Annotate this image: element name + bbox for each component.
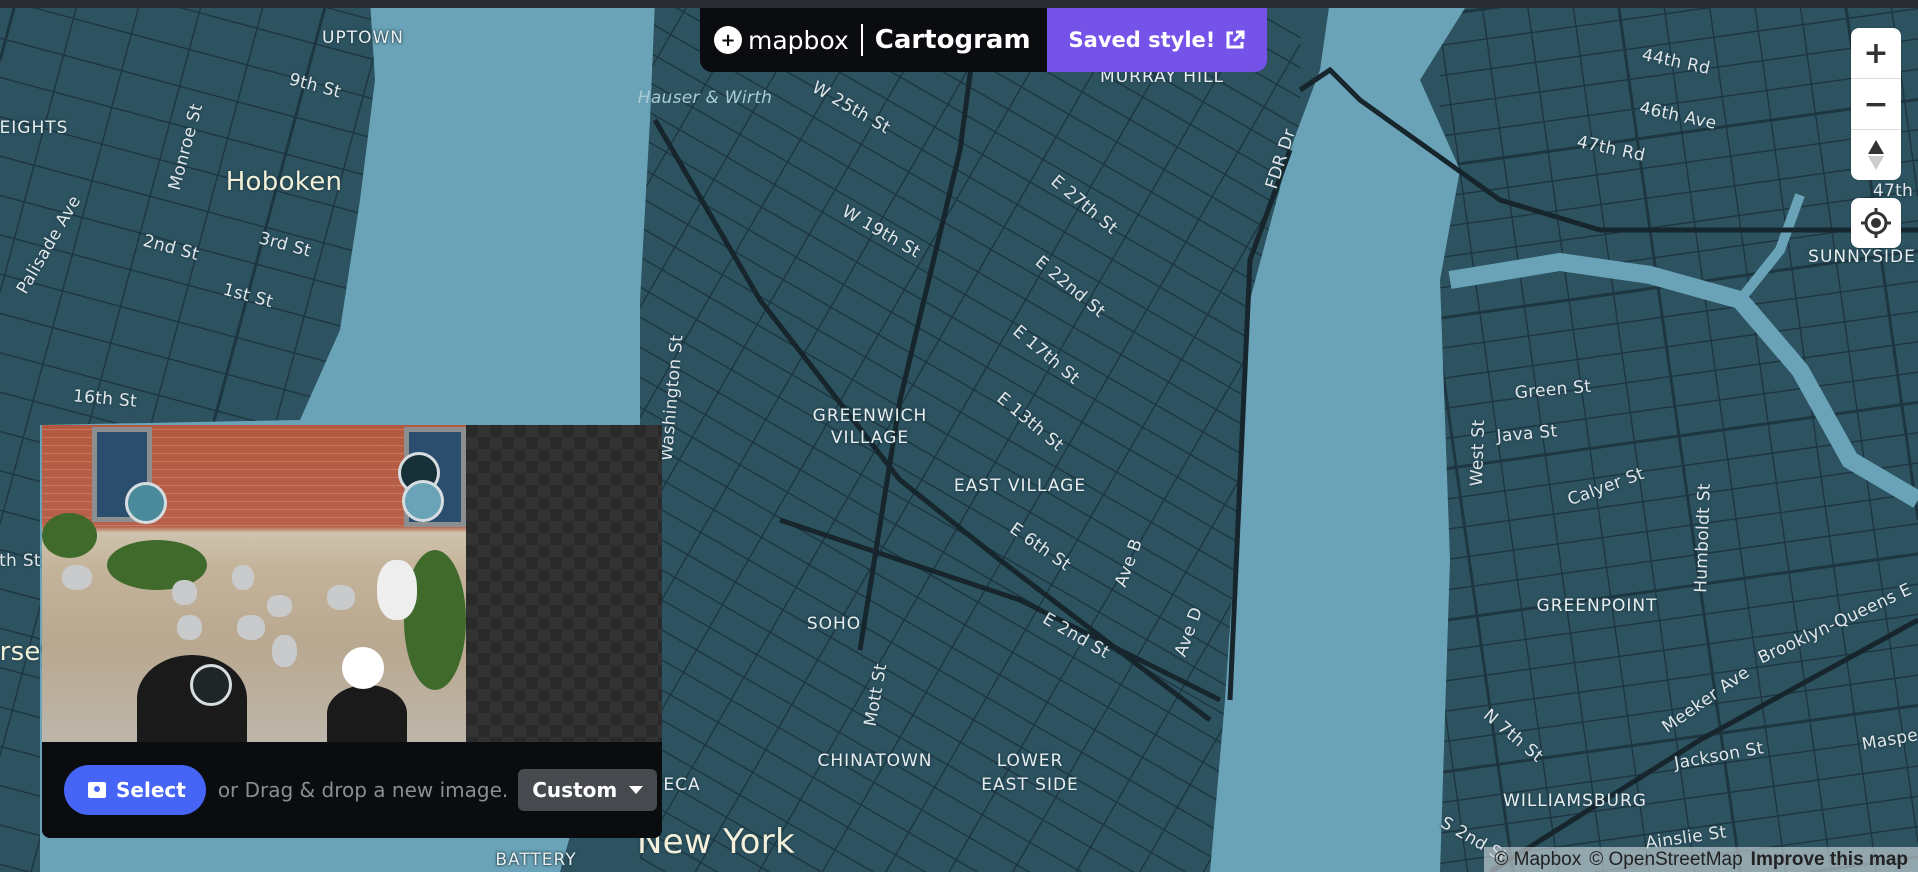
select-label: Select	[116, 778, 186, 802]
map-label: LOWER	[996, 751, 1064, 771]
saved-style-label: Saved style!	[1068, 28, 1216, 52]
compass-button[interactable]	[1851, 130, 1901, 180]
preset-value: Custom	[532, 778, 618, 802]
zoom-controls: + −	[1851, 28, 1901, 180]
map-label: VILLAGE	[830, 428, 910, 448]
improve-map-link[interactable]: Improve this map	[1751, 849, 1908, 871]
image-icon	[88, 782, 106, 798]
map-label: SOHO	[806, 614, 862, 634]
photo-head	[177, 615, 202, 640]
brand-name: mapbox	[748, 25, 849, 55]
panel-footer: Select or Drag & drop a new image. Custo…	[42, 742, 662, 838]
drag-drop-hint: or Drag & drop a new image.	[217, 778, 509, 802]
geolocate-icon	[1861, 208, 1891, 238]
map-label: GREENPOINT	[1536, 596, 1658, 616]
saved-style-button[interactable]: Saved style!	[1046, 8, 1268, 72]
map-label: ECA	[663, 775, 701, 795]
zoom-out-button[interactable]: −	[1851, 79, 1901, 130]
geolocate-button[interactable]	[1851, 198, 1901, 248]
map-label: EIGHTS	[0, 118, 69, 138]
photo-bush	[42, 513, 97, 558]
app-header: + mapbox Cartogram Saved style!	[700, 8, 1268, 72]
color-picker-handle[interactable]	[190, 664, 232, 706]
geolocate-control	[1851, 198, 1901, 248]
image-palette-panel: Select or Drag & drop a new image. Custo…	[42, 425, 662, 838]
select-image-button[interactable]: Select	[64, 765, 206, 815]
photo-head	[232, 565, 254, 590]
photo-shadow	[137, 655, 247, 742]
attribution-mapbox-link[interactable]: © Mapbox	[1494, 849, 1581, 871]
palette-preset-dropdown[interactable]: Custom	[518, 769, 658, 811]
attribution-osm-link[interactable]: © OpenStreetMap	[1589, 849, 1742, 871]
photo-shadow	[327, 685, 407, 742]
map-label: UPTOWN	[322, 28, 404, 48]
browser-top-edge	[0, 0, 1918, 8]
map-label: Hoboken	[225, 167, 343, 197]
photo-head	[267, 595, 292, 617]
photo-head	[237, 615, 265, 640]
map-label: th St	[0, 551, 41, 571]
external-link-icon	[1226, 30, 1245, 49]
map-label: Hauser & Wirth	[637, 88, 773, 108]
zoom-in-button[interactable]: +	[1851, 28, 1901, 79]
photo-head	[62, 565, 92, 590]
map-label: WILLIAMSBURG	[1503, 791, 1647, 811]
compass-icon	[1868, 140, 1884, 170]
map-label: West St	[1466, 419, 1490, 487]
product-name: Cartogram	[874, 25, 1031, 55]
mapbox-logo-icon: +	[714, 26, 742, 54]
color-picker-handle[interactable]	[125, 482, 167, 524]
map-label: EAST SIDE	[981, 775, 1079, 795]
photo-head	[377, 560, 417, 620]
map-label: CHINATOWN	[817, 751, 933, 771]
photo-head	[172, 580, 197, 605]
map-label: Humboldt St	[1691, 482, 1715, 594]
brand[interactable]: + mapbox Cartogram	[700, 8, 1047, 72]
map-attribution: © Mapbox © OpenStreetMap Improve this ma…	[1484, 847, 1918, 872]
map-label: BATTERY	[495, 850, 577, 870]
photo-head	[272, 635, 297, 667]
chevron-down-icon	[629, 786, 644, 794]
color-picker-handle[interactable]	[402, 480, 444, 522]
map-label: EAST VILLAGE	[953, 476, 1087, 496]
source-image	[42, 425, 466, 742]
map-label: SUNNYSIDE	[1808, 247, 1916, 267]
transparent-preview-area	[466, 425, 662, 742]
photo-head	[327, 585, 355, 610]
brand-divider	[860, 24, 863, 56]
map-label: GREENWICH	[812, 406, 928, 426]
color-picker-handle[interactable]	[342, 647, 384, 689]
